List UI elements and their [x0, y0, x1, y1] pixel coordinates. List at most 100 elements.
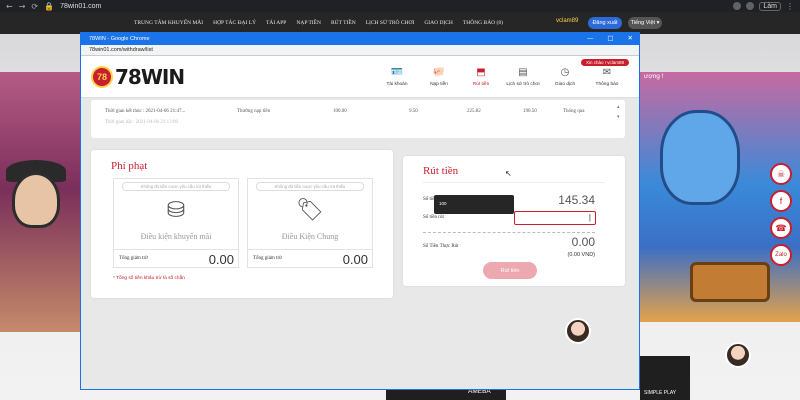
zalo-icon[interactable]: Zalo: [770, 244, 792, 266]
withdraw-amount-input[interactable]: |: [514, 211, 596, 225]
minimize-button[interactable]: —: [587, 34, 594, 42]
dashed-divider: [423, 232, 595, 233]
menu-item-deposit[interactable]: NẠP TIỀN: [296, 20, 321, 26]
menu-item-game-history[interactable]: LỊCH SỬ TRÒ CHƠI: [366, 20, 415, 26]
site-username: vclam89: [556, 18, 579, 24]
logo-badge-icon: 78: [91, 66, 113, 88]
nav-transactions-label: Giao dịch: [554, 82, 576, 87]
nav-account[interactable]: 🪪 Tài khoản: [376, 65, 418, 88]
general-total-label: Tổng giảm trừ: [253, 256, 282, 261]
menu-item-transactions[interactable]: GIAO DỊCH: [424, 20, 453, 26]
piggy-bank-icon: 🐖: [432, 66, 446, 78]
treasure-chest-art: [690, 262, 770, 302]
outer-address-bar[interactable]: 78win01.com: [60, 3, 101, 10]
reload-icon[interactable]: ⟳: [31, 2, 38, 11]
logo-text: 78WIN: [115, 65, 185, 89]
withdraw-icon: ⬒: [476, 66, 486, 78]
nav-account-label: Tài khoản: [386, 82, 408, 87]
language-select[interactable]: Tiếng Việt ▾: [628, 17, 662, 29]
nav-notifications[interactable]: ✉ Thông báo: [586, 65, 628, 88]
mouse-pointer-icon: ↖: [505, 169, 512, 178]
nav-notifications-label: Thông báo: [595, 82, 619, 87]
menu-item-download-app[interactable]: TẢI APP: [266, 20, 286, 26]
popup-window-title: 78WIN - Google Chrome: [89, 36, 150, 42]
browser-action-button[interactable]: Làm: [759, 1, 781, 11]
history-time-cell: Thời gian bắt : 2021-04-06 21:13:00: [105, 119, 179, 125]
live-chat-avatar[interactable]: [725, 342, 751, 368]
envelope-icon: ✉: [602, 66, 612, 78]
withdraw-card: Rút tiền Số tiền có thể rút 145.34 Số ti…: [403, 156, 625, 286]
scroll-down-icon[interactable]: ▾: [617, 114, 621, 132]
lock-icon: 🔒: [44, 1, 55, 11]
document-icon: ▤: [518, 66, 528, 78]
coin-stack-icon: ⛁: [166, 198, 186, 223]
history-type-cell: Thưởng nạp tiền: [237, 108, 271, 114]
withdraw-submit-button[interactable]: Rút tiền: [483, 262, 537, 279]
extension-icon[interactable]: [733, 2, 742, 10]
promo-condition-box: Không đủ tiền cược yêu cầu rút thiếu ⛁ Đ…: [113, 178, 239, 268]
promo-condition-label: Điều kiện khuyến mãi: [140, 232, 212, 241]
penalty-footnote: * Tổng số tiền khấu trừ là số chẵn: [113, 276, 185, 281]
id-card-icon: 🪪: [390, 66, 404, 78]
menu-item-notifications[interactable]: THÔNG BÁO (8): [463, 20, 503, 26]
promo-total-value: 0.00: [208, 252, 234, 267]
outer-browser-toolbar: ← → ⟳ 🔒 78win01.com Làm ⋮: [0, 0, 800, 12]
menu-item-withdraw[interactable]: RÚT TIỀN: [331, 20, 356, 26]
maximize-button[interactable]: □: [607, 34, 613, 42]
profile-icon[interactable]: [746, 2, 755, 10]
promo-condition-note: Không đủ tiền cược yêu cầu rút thiếu: [122, 182, 230, 191]
real-amount-value: 0.00: [571, 235, 595, 249]
right-banner-text: ượng !: [644, 73, 664, 80]
nav-withdraw[interactable]: ⬒ Rút tiền: [460, 65, 502, 88]
promo-condition-total: Tổng giảm trừ 0.00: [114, 249, 238, 267]
real-amount-vnd: (0.00 VND): [567, 252, 595, 258]
pirate-flag-icon[interactable]: ☠: [770, 163, 792, 185]
history-bonus-cell: 9.50: [409, 108, 418, 114]
penalty-card: Phí phạt Không đủ tiền cược yêu cầu rút …: [91, 150, 393, 298]
forward-icon[interactable]: →: [19, 2, 26, 11]
history-amount-cell: 100.00: [333, 108, 347, 114]
autocomplete-option[interactable]: 100: [439, 201, 447, 206]
close-button[interactable]: ✕: [628, 34, 633, 42]
facebook-icon[interactable]: f: [770, 190, 792, 212]
general-total-value: 0.00: [342, 252, 368, 267]
popup-title-bar: 78WIN - Google Chrome — □ ✕: [81, 33, 639, 45]
divider: [423, 182, 605, 183]
menu-item-agency[interactable]: HỢP TÁC ĐẠI LÝ: [213, 20, 256, 26]
nav-transactions[interactable]: ◷ Giao dịch: [544, 65, 586, 88]
shark-character-art: [660, 110, 740, 205]
promo-total-label: Tổng giảm trừ: [119, 256, 148, 261]
78win-logo[interactable]: 78 78WIN: [91, 62, 185, 92]
nav-deposit-label: Nạp tiền: [430, 82, 448, 87]
withdraw-title: Rút tiền: [423, 165, 459, 177]
site-nav-header: 78 78WIN Xin chào ! vclam89 🪪 Tài khoản …: [81, 56, 639, 98]
amount-label: Số tiền rút: [423, 215, 444, 220]
nav-game-history[interactable]: ▤ Lịch sử trò chơi: [502, 65, 544, 88]
site-main-menu: TRUNG TÂM KHUYẾN MÃI HỢP TÁC ĐẠI LÝ TẢI …: [134, 12, 503, 34]
autocomplete-dropdown[interactable]: 100: [434, 195, 514, 214]
chat-agent-avatar[interactable]: [565, 318, 591, 344]
phone-icon[interactable]: ☎: [770, 217, 792, 239]
nav-deposit[interactable]: 🐖 Nạp tiền: [418, 65, 460, 88]
site-header: TRUNG TÂM KHUYẾN MÃI HỢP TÁC ĐẠI LÝ TẢI …: [0, 12, 800, 34]
price-tag-icon: 🏷: [296, 198, 324, 223]
nav-withdraw-label: Rút tiền: [472, 82, 490, 87]
back-icon[interactable]: ←: [6, 2, 13, 11]
popup-address-bar: 78win01.com/withdraw/list: [81, 45, 639, 56]
withdraw-history-table[interactable]: Thời gian kết thúc : 2021-04-06 21:47...…: [91, 100, 625, 138]
history-time-cell: Thời gian kết thúc : 2021-04-06 21:47...: [105, 108, 186, 114]
pirate-character-art: [12, 172, 60, 228]
popup-body: Thời gian kết thúc : 2021-04-06 21:47...…: [81, 98, 639, 391]
menu-item-promotions[interactable]: TRUNG TÂM KHUYẾN MÃI: [134, 20, 203, 26]
history-wager2-cell: 190.50: [523, 108, 537, 114]
history-status-cell: Thông qua: [563, 108, 585, 114]
withdraw-popup-window: 78WIN - Google Chrome — □ ✕ 78win01.com/…: [80, 32, 640, 390]
general-condition-total: Tổng giảm trừ 0.00: [248, 249, 372, 267]
real-amount-label: Số Tiền Thực Rút: [423, 244, 459, 249]
logout-button[interactable]: Đăng xuất: [588, 17, 622, 29]
clock-icon: ◷: [560, 66, 570, 78]
popup-url-text[interactable]: 78win01.com/withdraw/list: [89, 47, 153, 53]
more-menu-icon[interactable]: ⋮: [786, 2, 794, 11]
penalty-title: Phí phạt: [111, 160, 148, 172]
available-balance: 145.34: [558, 193, 595, 207]
